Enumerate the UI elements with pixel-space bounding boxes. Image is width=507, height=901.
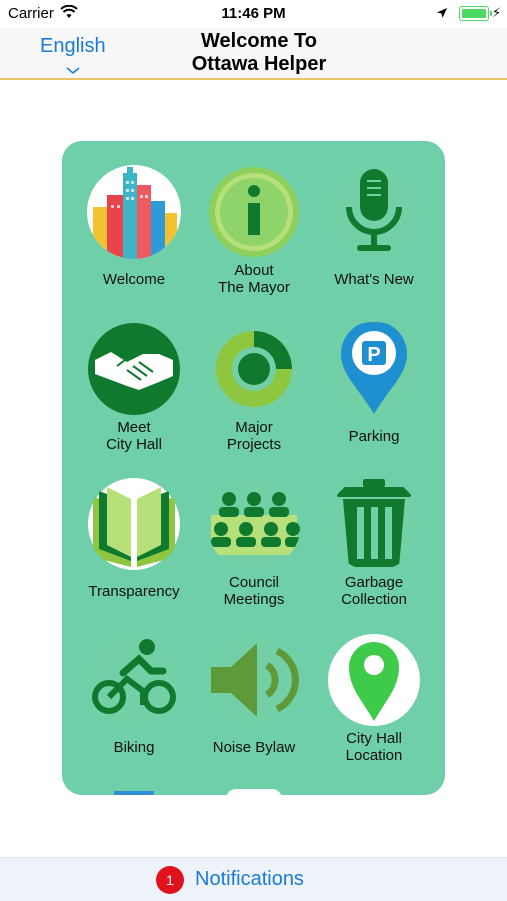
tile-transparency[interactable]: Transparency xyxy=(74,477,194,607)
tile-label: About The Mayor xyxy=(218,262,290,296)
page-title: Welcome To Ottawa Helper xyxy=(150,30,368,76)
info-icon xyxy=(207,165,301,259)
council-audience-icon xyxy=(207,477,301,571)
tile-noise-bylaw[interactable]: Noise Bylaw xyxy=(194,633,314,763)
tile-label: City Hall Location xyxy=(345,730,403,764)
title-line-2: Ottawa Helper xyxy=(191,53,327,75)
notifications-bar[interactable]: 1 Notifications xyxy=(0,857,507,901)
projects-ring-icon xyxy=(207,322,301,416)
clock: 11:46 PM xyxy=(221,5,286,22)
status-bar: Carrier 11:46 PM ⚡ xyxy=(0,0,507,28)
tile-label: Meet City Hall xyxy=(106,419,162,453)
open-book-icon xyxy=(87,477,181,571)
tile-meet-city-hall[interactable]: Meet City Hall xyxy=(74,322,194,453)
battery-icon xyxy=(459,6,492,21)
speaker-volume-icon xyxy=(207,633,301,727)
notifications-button[interactable]: Notifications xyxy=(195,868,304,891)
tile-label: Major Projects xyxy=(226,419,282,453)
tile-biking[interactable]: Biking xyxy=(74,633,194,763)
next-row-icon-peek xyxy=(226,789,282,795)
navigation-bar: English Welcome To Ottawa Helper xyxy=(0,28,507,80)
tile-garbage-collection[interactable]: Garbage Collection xyxy=(314,477,434,608)
svg-text:P: P xyxy=(367,344,380,366)
charging-bolt-icon: ⚡ xyxy=(492,5,502,20)
tile-label: Biking xyxy=(113,739,155,756)
tile-label: Noise Bylaw xyxy=(212,739,296,756)
tile-about-mayor[interactable]: About The Mayor xyxy=(194,165,314,296)
microphone-icon xyxy=(327,165,421,259)
notification-count-badge: 1 xyxy=(156,866,184,894)
chevron-down-icon[interactable] xyxy=(66,62,80,80)
tile-label: Council Meetings xyxy=(223,574,285,608)
tile-city-hall-location[interactable]: City Hall Location xyxy=(314,633,434,764)
tile-parking[interactable]: P Parking xyxy=(314,322,434,452)
tile-label: What's New xyxy=(334,271,414,288)
tile-label: Parking xyxy=(348,428,400,445)
map-pin-icon xyxy=(327,633,421,727)
parking-pin-icon: P xyxy=(327,322,421,416)
tile-welcome[interactable]: Welcome xyxy=(74,165,194,295)
handshake-icon xyxy=(87,322,181,416)
tile-major-projects[interactable]: Major Projects xyxy=(194,322,314,453)
next-row-icon-peek xyxy=(114,791,154,795)
title-line-1: Welcome To xyxy=(201,30,317,52)
location-arrow-icon xyxy=(436,6,448,24)
tile-label: Garbage Collection xyxy=(341,574,407,608)
tile-label: Transparency xyxy=(88,583,180,600)
menu-panel: Welcome About The Mayor What's New Meet Ci… xyxy=(62,141,445,795)
language-selector[interactable]: English xyxy=(40,35,106,58)
trash-bin-icon xyxy=(327,477,421,571)
bicycle-rider-icon xyxy=(87,633,181,727)
tile-whats-new[interactable]: What's New xyxy=(314,165,434,295)
tile-council-meetings[interactable]: Council Meetings xyxy=(194,477,314,608)
tile-label: Welcome xyxy=(102,271,166,288)
city-skyline-icon xyxy=(87,165,181,259)
